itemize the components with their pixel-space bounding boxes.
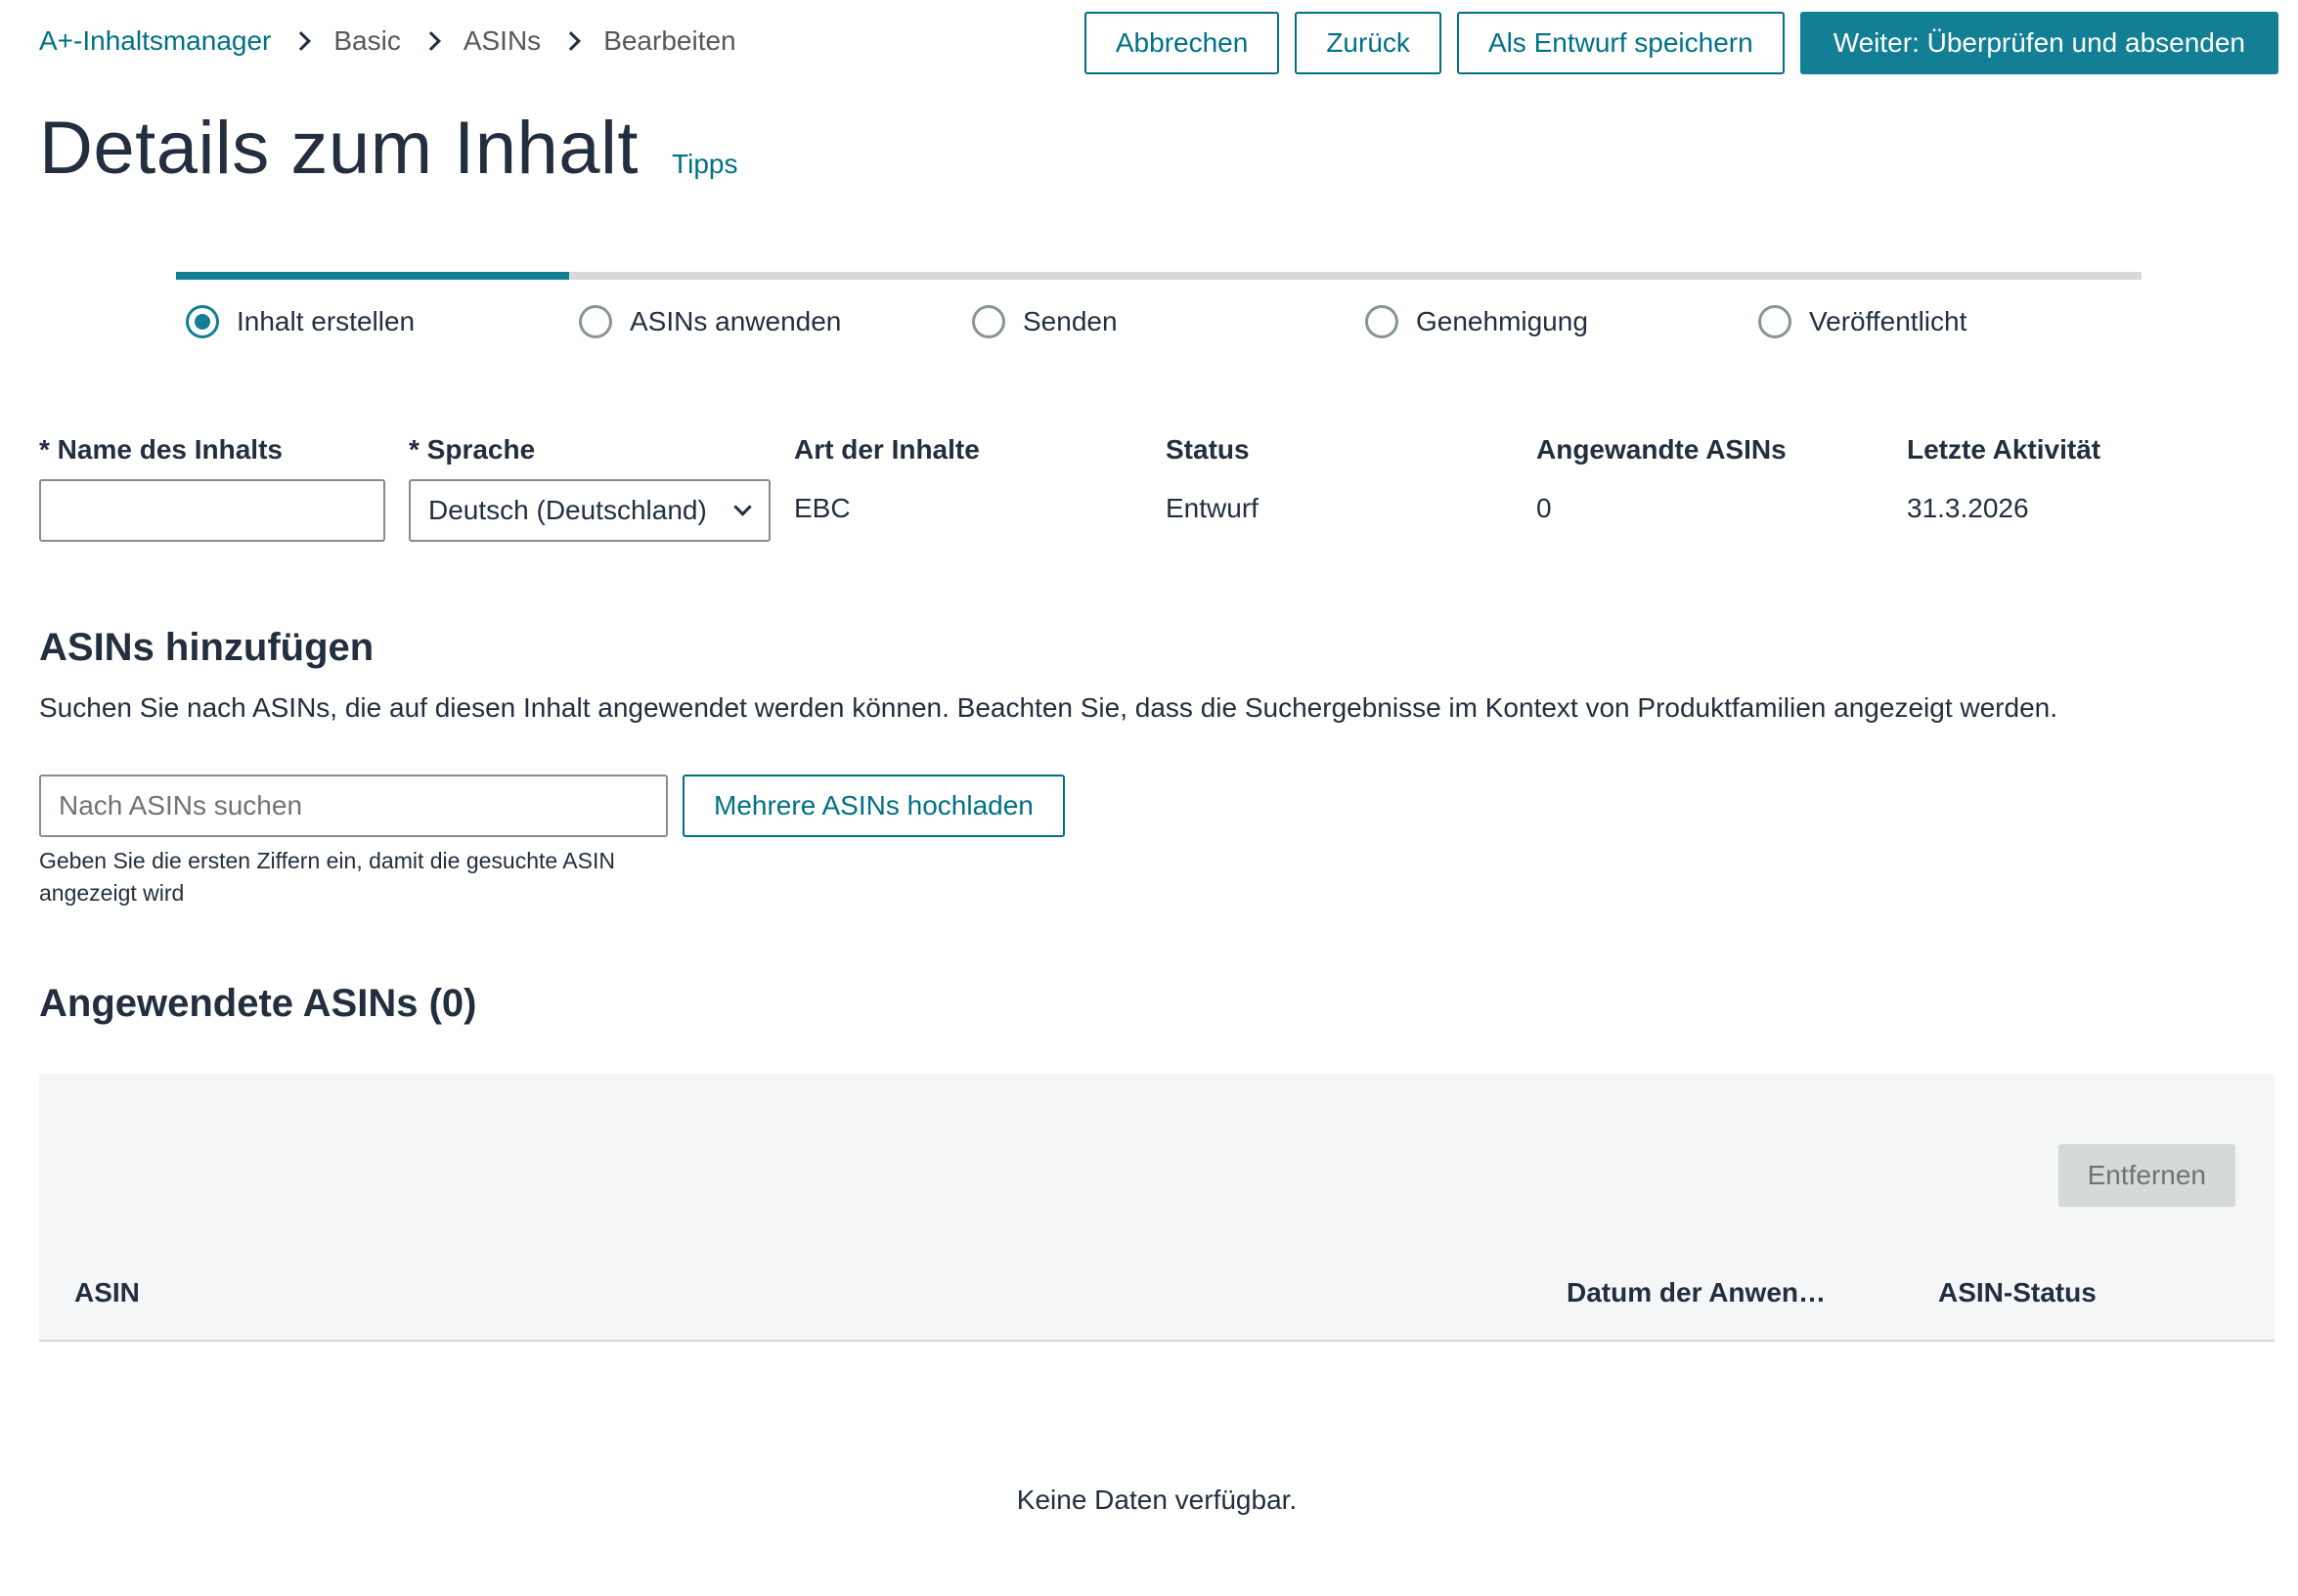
radio-empty-icon [1758,305,1791,338]
field-language: * Sprache Deutsch (Deutschland) [409,434,771,542]
chevron-right-icon [291,31,312,51]
field-content-name: * Name des Inhalts [39,434,385,542]
applied-asins-label: Angewandte ASINs [1536,434,1787,465]
step-published[interactable]: Veröffentlicht [1758,305,1967,338]
progress-track [176,272,2142,280]
asin-search-hint: Geben Sie die ersten Ziffern ein, damit … [39,848,615,906]
back-button[interactable]: Zurück [1295,12,1441,74]
step-label: Senden [1023,306,1118,336]
chevron-right-icon [420,31,441,51]
content-name-label: * Name des Inhalts [39,434,283,465]
asin-search-input[interactable] [39,775,668,837]
language-select[interactable]: Deutsch (Deutschland) [409,479,771,542]
column-header-date-applied[interactable]: Datum der Anwen… [1567,1277,1826,1308]
breadcrumb: A+-Inhaltsmanager Basic ASINs Bearbeiten [39,25,736,57]
column-header-asin-status[interactable]: ASIN-Status [1938,1277,2097,1308]
field-last-activity: Letzte Aktivität 31.3.2026 [1907,434,2100,524]
step-submit[interactable]: Senden [972,305,1118,338]
radio-empty-icon [972,305,1005,338]
radio-selected-icon [186,305,219,338]
status-value: Entwurf [1166,493,1259,523]
title-row: Details zum Inhalt Tipps [39,106,737,191]
field-applied-asins: Angewandte ASINs 0 [1536,434,1787,524]
breadcrumb-item-basic: Basic [333,25,401,56]
breadcrumb-item-asins: ASINs [463,25,542,56]
table-divider [39,1340,2275,1342]
breadcrumb-item-edit: Bearbeiten [603,25,736,56]
step-label: Inhalt erstellen [237,306,416,336]
add-asins-title: ASINs hinzufügen [39,626,375,669]
step-create-content[interactable]: Inhalt erstellen [186,305,415,338]
language-select-value: Deutsch (Deutschland) [428,495,707,525]
content-name-input[interactable] [39,479,385,542]
language-label: * Sprache [409,434,536,465]
applied-asins-table: Entfernen ASIN Datum der Anwen… ASIN-Sta… [39,1074,2275,1340]
chevron-right-icon [561,31,582,51]
last-activity-value: 31.3.2026 [1907,493,2029,523]
last-activity-label: Letzte Aktivität [1907,434,2101,465]
next-review-submit-button[interactable]: Weiter: Überprüfen und absenden [1799,12,2278,74]
applied-asins-title: Angewendete ASINs (0) [39,982,477,1025]
step-label: ASINs anwenden [630,306,842,336]
add-asins-description: Suchen Sie nach ASINs, die auf diesen In… [39,692,2057,723]
step-apply-asins[interactable]: ASINs anwenden [579,305,841,338]
status-label: Status [1166,434,1250,465]
field-content-type: Art der Inhalte EBC [794,434,980,524]
progress-fill [176,272,569,280]
content-type-value: EBC [794,493,851,523]
remove-button[interactable]: Entfernen [2057,1144,2235,1207]
content-type-label: Art der Inhalte [794,434,980,465]
upload-multiple-asins-button[interactable]: Mehrere ASINs hochladen [683,775,1065,837]
cancel-button[interactable]: Abbrechen [1083,12,1280,74]
page-title: Details zum Inhalt [39,107,640,190]
radio-empty-icon [579,305,612,338]
applied-asins-value: 0 [1536,493,1552,523]
page: A+-Inhaltsmanager Basic ASINs Bearbeiten… [0,0,2298,1596]
step-label: Genehmigung [1416,306,1588,336]
chevron-down-icon [733,497,752,516]
breadcrumb-item-content-manager[interactable]: A+-Inhaltsmanager [39,25,271,57]
tips-link[interactable]: Tipps [672,149,737,180]
field-status: Status Entwurf [1166,434,1259,524]
step-approval[interactable]: Genehmigung [1365,305,1588,338]
top-actions: Abbrechen Zurück Als Entwurf speichern W… [1083,12,2278,74]
column-header-asin[interactable]: ASIN [74,1277,140,1308]
step-label: Veröffentlicht [1809,306,1967,336]
save-draft-button[interactable]: Als Entwurf speichern [1456,12,1785,74]
radio-empty-icon [1365,305,1398,338]
empty-state-message: Keine Daten verfügbar. [1016,1485,1298,1515]
